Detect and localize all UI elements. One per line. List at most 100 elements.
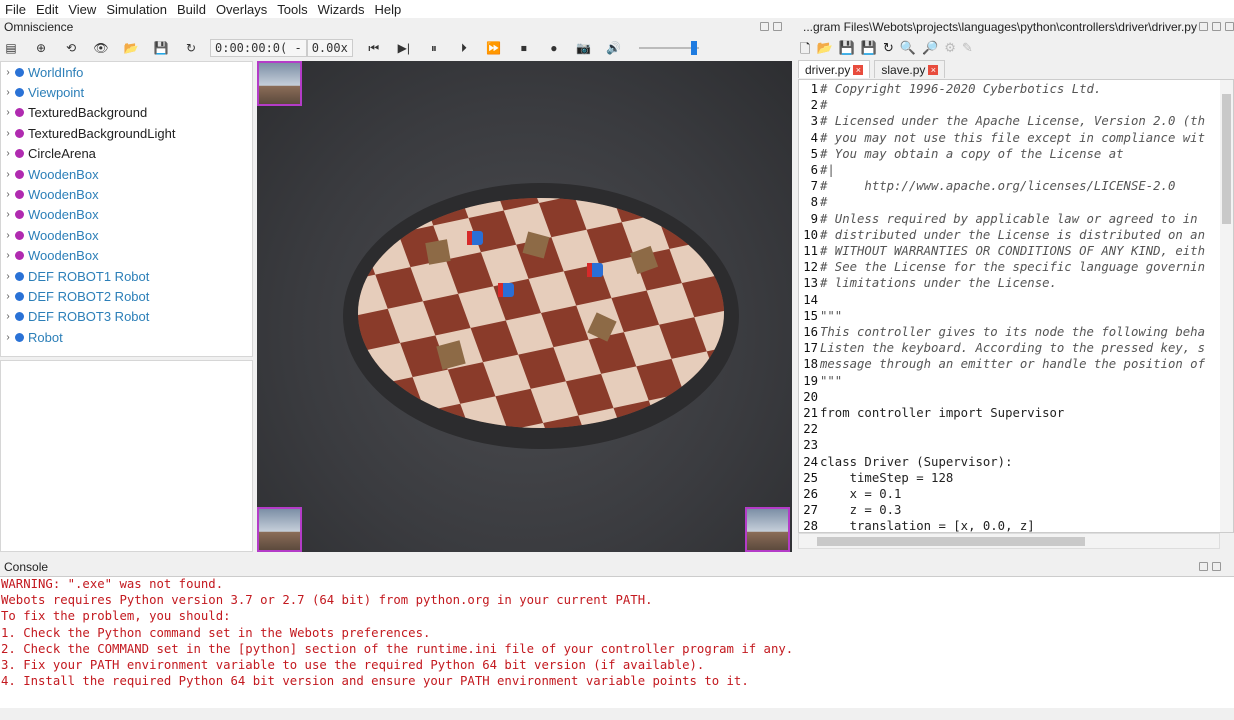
replace-icon[interactable]: 🔎 [922, 40, 938, 62]
chevron-right-icon[interactable]: › [1, 271, 15, 282]
scrollbar-thumb[interactable] [817, 537, 1085, 546]
tree-item[interactable]: › TexturedBackground [1, 103, 252, 123]
node-icon [15, 230, 24, 240]
volume-slider-handle[interactable] [690, 41, 697, 55]
volume-slider[interactable] [638, 41, 699, 55]
tree-item[interactable]: › WoodenBox [1, 246, 252, 266]
3d-view[interactable] [257, 61, 792, 552]
save-world-icon[interactable]: 💾 [150, 38, 172, 58]
code-line: 25 timeStep = 128 [799, 471, 1233, 487]
record-icon[interactable]: ● [543, 38, 565, 58]
add-node-icon[interactable]: ⊕ [30, 38, 52, 58]
chevron-right-icon[interactable]: › [1, 87, 15, 98]
new-file-icon[interactable]: 🗋 [800, 40, 810, 62]
console-output[interactable]: WARNING: ".exe" was not found. Webots req… [0, 576, 1234, 708]
tree-item[interactable]: › DEF ROBOT1 Robot [1, 266, 252, 286]
chevron-right-icon[interactable]: › [1, 230, 15, 241]
code-editor[interactable]: 1 # Copyright 1996-2020 Cyberbotics Ltd. 2… [798, 79, 1234, 533]
tree-item-label: WoodenBox [28, 187, 99, 203]
menu-wizards[interactable]: Wizards [313, 2, 370, 17]
tree-item[interactable]: › WoodenBox [1, 184, 252, 204]
camera-overlay-thumbnail[interactable] [257, 507, 302, 552]
console-line: 4. Install the required Python 64 bit ve… [1, 674, 749, 689]
close-button[interactable] [773, 22, 782, 31]
tab-driver[interactable]: driver.py × [798, 60, 871, 78]
tree-item[interactable]: › WorldInfo [1, 62, 252, 82]
node-icon [15, 190, 24, 200]
menu-build[interactable]: Build [172, 2, 211, 17]
tree-item[interactable]: › Viewpoint [1, 82, 252, 102]
find-icon[interactable]: 🔍 [900, 40, 916, 62]
reset-view-icon[interactable]: ⟲ [60, 38, 82, 58]
tree-item[interactable]: › WoodenBox [1, 164, 252, 184]
line-number: 17 [803, 341, 818, 356]
tree-item[interactable]: › WoodenBox [1, 205, 252, 225]
screenshot-icon[interactable]: 📷 [573, 38, 595, 58]
float-button[interactable] [760, 22, 769, 31]
close-tab-icon[interactable]: × [928, 64, 939, 75]
save-all-icon[interactable]: 💾 [861, 40, 877, 62]
line-number: 7 [810, 179, 818, 194]
reset-simulation-icon[interactable]: ⏮ [363, 38, 385, 58]
code-line: 6 #| [799, 163, 1233, 179]
code-line: 9 # Unless required by applicable law or … [799, 212, 1233, 228]
chevron-right-icon[interactable]: › [1, 311, 15, 322]
pause-icon[interactable]: ⏸ [423, 38, 445, 58]
chevron-right-icon[interactable]: › [1, 128, 15, 139]
revert-icon[interactable]: ↻ [883, 40, 894, 62]
chevron-right-icon[interactable]: › [1, 148, 15, 159]
tree-item[interactable]: › DEF ROBOT3 Robot [1, 307, 252, 327]
menu-simulation[interactable]: Simulation [101, 2, 172, 17]
chevron-right-icon[interactable]: › [1, 250, 15, 261]
fast-forward-icon[interactable]: ⏩ [483, 38, 505, 58]
menu-help[interactable]: Help [370, 2, 407, 17]
chevron-right-icon[interactable]: › [1, 291, 15, 302]
tab-slave[interactable]: slave.py × [874, 60, 946, 78]
reload-world-icon[interactable]: ↻ [180, 38, 202, 58]
stop-icon[interactable]: ⏹ [513, 38, 535, 58]
menu-overlays[interactable]: Overlays [211, 2, 272, 17]
chevron-right-icon[interactable]: › [1, 107, 15, 118]
volume-icon[interactable]: 🔊 [603, 38, 625, 58]
close-tab-icon[interactable]: × [853, 64, 864, 75]
code-text: timeStep = 128 [820, 470, 954, 485]
code-line: 23 [799, 438, 1233, 454]
close-button[interactable] [1212, 562, 1221, 571]
open-file-icon[interactable]: 📂 [816, 40, 832, 62]
menu-tools[interactable]: Tools [272, 2, 312, 17]
code-text: x = 0.1 [820, 487, 902, 501]
close-button[interactable] [1225, 22, 1234, 31]
menu-view[interactable]: View [63, 2, 101, 17]
tree-item[interactable]: › DEF ROBOT2 Robot [1, 286, 252, 306]
code-text: class Driver (Supervisor): [820, 454, 1013, 469]
tree-item-label: WoodenBox [28, 207, 99, 223]
maximize-button[interactable] [1212, 22, 1221, 31]
float-button[interactable] [1199, 562, 1208, 571]
chevron-right-icon[interactable]: › [1, 189, 15, 200]
step-icon[interactable]: ▶| [393, 38, 415, 58]
tree-item[interactable]: › Robot [1, 327, 252, 347]
toggle-scene-tree-icon[interactable]: ▤ [0, 38, 22, 58]
camera-overlay-thumbnail[interactable] [745, 507, 790, 552]
chevron-right-icon[interactable]: › [1, 169, 15, 180]
camera-overlay-thumbnail[interactable] [257, 61, 302, 106]
play-icon[interactable]: ⏵ [453, 38, 475, 58]
float-button[interactable] [1199, 22, 1208, 31]
menu-edit[interactable]: Edit [31, 2, 63, 17]
omniscience-title: Omniscience [4, 20, 74, 34]
tree-item[interactable]: › CircleArena [1, 144, 252, 164]
menu-file[interactable]: File [0, 2, 31, 17]
tree-item[interactable]: › WoodenBox [1, 225, 252, 245]
open-world-icon[interactable]: 📂 [120, 38, 142, 58]
chevron-right-icon[interactable]: › [1, 332, 15, 343]
node-icon [15, 128, 24, 138]
tree-item[interactable]: › TexturedBackgroundLight [1, 123, 252, 143]
eye-icon[interactable]: 👁 [90, 38, 112, 58]
chevron-right-icon[interactable]: › [1, 209, 15, 220]
robot [467, 231, 483, 245]
horizontal-scrollbar[interactable] [798, 533, 1220, 549]
code-line: 18 message through an emitter or handle t… [799, 357, 1233, 373]
code-line: 11 # WITHOUT WARRANTIES OR CONDITIONS OF … [799, 244, 1233, 260]
chevron-right-icon[interactable]: › [1, 67, 15, 78]
